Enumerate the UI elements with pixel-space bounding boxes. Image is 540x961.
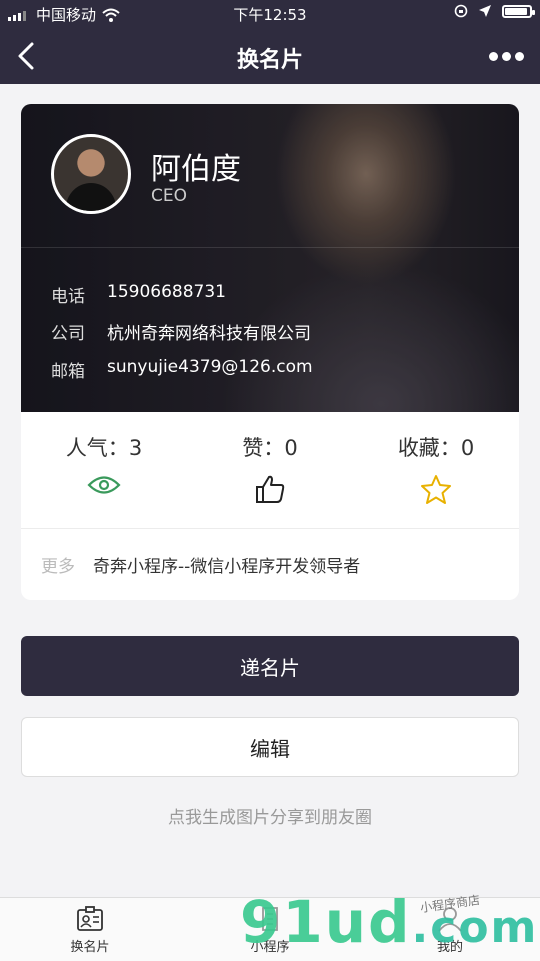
divider	[21, 247, 519, 248]
info-label: 邮箱	[51, 362, 85, 382]
battery-icon	[502, 4, 535, 18]
more-label: 更多	[41, 557, 75, 577]
company-value: 杭州奇奔网络科技有限公司	[107, 324, 311, 344]
rotation-lock-icon	[454, 4, 468, 18]
card-position: CEO	[151, 186, 187, 206]
stat-label: 赞：	[242, 436, 285, 460]
nav-bar: 换名片	[0, 28, 540, 84]
stats-bar: 人气：3 赞：0 收藏：0	[21, 412, 519, 528]
card-icon	[77, 906, 103, 931]
avatar[interactable]	[51, 134, 131, 214]
location-icon	[479, 5, 491, 17]
stat-label: 收藏：	[397, 436, 461, 460]
more-dot-icon	[489, 52, 498, 61]
stat-value: 3	[128, 436, 143, 460]
business-card: 阿伯度 CEO 电话 15906688731 公司 杭州奇奔网络科技有限公司 邮…	[21, 104, 519, 600]
stat-label: 人气：	[65, 436, 129, 460]
page-title: 换名片	[236, 48, 303, 73]
tab-exchange-card[interactable]: 换名片	[0, 904, 180, 955]
send-card-button[interactable]: 递名片	[21, 636, 519, 696]
more-menu-button[interactable]	[489, 52, 524, 61]
stat-favorites[interactable]: 收藏：0	[353, 432, 519, 504]
edit-button[interactable]: 编辑	[21, 717, 519, 777]
info-row-phone[interactable]: 电话 15906688731	[51, 282, 226, 307]
watermark-logo: 91ud.com	[240, 888, 539, 956]
tab-label: 换名片	[70, 940, 110, 955]
stat-popularity: 人气：3	[21, 432, 187, 496]
more-row[interactable]: 更多 奇奔小程序--微信小程序开发领导者	[41, 552, 360, 577]
stat-value: 0	[284, 436, 298, 460]
info-row-company: 公司 杭州奇奔网络科技有限公司	[51, 319, 311, 344]
more-dot-icon	[502, 52, 511, 61]
stat-likes[interactable]: 赞：0	[187, 432, 353, 504]
info-row-email[interactable]: 邮箱 sunyujie4379@126.com	[51, 357, 313, 382]
info-label: 电话	[51, 287, 85, 307]
more-dot-icon	[515, 52, 524, 61]
status-bar: 中国移动 下午12:53	[0, 0, 540, 28]
card-name: 阿伯度	[151, 152, 241, 187]
star-icon[interactable]	[420, 474, 452, 504]
more-value: 奇奔小程序--微信小程序开发领导者	[93, 557, 361, 577]
phone-value[interactable]: 15906688731	[107, 282, 226, 307]
divider	[21, 528, 519, 529]
eye-icon	[87, 476, 121, 494]
email-value[interactable]: sunyujie4379@126.com	[107, 357, 313, 382]
share-moments-link[interactable]: 点我生成图片分享到朋友圈	[0, 803, 540, 828]
info-label: 公司	[51, 324, 85, 344]
stat-value: 0	[460, 436, 475, 460]
thumbs-up-icon[interactable]	[254, 474, 286, 504]
card-header-background: 阿伯度 CEO 电话 15906688731 公司 杭州奇奔网络科技有限公司 邮…	[21, 104, 519, 412]
